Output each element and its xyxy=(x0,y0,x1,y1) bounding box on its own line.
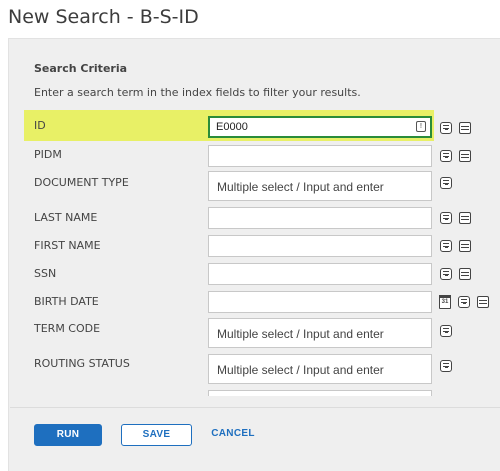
options-icon[interactable] xyxy=(440,212,452,224)
field-label-ssn: SSN xyxy=(34,267,57,280)
options-icon[interactable] xyxy=(458,296,470,308)
field-label-last-name: LAST NAME xyxy=(34,211,98,224)
id-input[interactable]: E0000 xyxy=(208,116,432,138)
field-label-routing-status: ROUTING STATUS xyxy=(34,357,130,370)
list-icon[interactable] xyxy=(459,150,471,162)
options-icon[interactable] xyxy=(440,177,452,189)
field-label-document-type: DOCUMENT TYPE xyxy=(34,176,129,189)
first-name-input[interactable] xyxy=(208,235,432,257)
criteria-description: Enter a search term in the index fields … xyxy=(34,86,361,99)
criteria-title: Search Criteria xyxy=(34,62,128,75)
pidm-input[interactable] xyxy=(208,145,432,167)
list-icon[interactable] xyxy=(459,212,471,224)
last-name-input[interactable] xyxy=(208,207,432,229)
options-icon[interactable] xyxy=(440,325,452,337)
list-icon[interactable] xyxy=(477,296,489,308)
page-title: New Search - B-S-ID xyxy=(8,6,199,28)
field-label-birth-date: BIRTH DATE xyxy=(34,295,99,308)
calendar-icon[interactable]: 31 xyxy=(439,295,451,309)
run-button[interactable]: RUN xyxy=(34,424,102,446)
footer-divider xyxy=(10,407,500,408)
options-icon[interactable] xyxy=(440,268,452,280)
options-icon[interactable] xyxy=(440,122,452,134)
list-icon[interactable] xyxy=(459,122,471,134)
options-icon[interactable] xyxy=(440,360,452,372)
next-field-input-partial[interactable] xyxy=(208,390,432,396)
cancel-button[interactable]: CANCEL xyxy=(208,424,258,446)
list-icon[interactable] xyxy=(459,268,471,280)
term-code-input[interactable]: Multiple select / Input and enter xyxy=(208,318,432,348)
field-label-pidm: PIDM xyxy=(34,148,62,161)
field-label-id: ID xyxy=(34,119,46,132)
routing-status-input[interactable]: Multiple select / Input and enter xyxy=(208,354,432,384)
list-icon[interactable] xyxy=(459,240,471,252)
field-label-first-name: FIRST NAME xyxy=(34,239,101,252)
info-icon[interactable]: ! xyxy=(416,121,426,132)
field-label-term-code: TERM CODE xyxy=(34,322,101,335)
ssn-input[interactable] xyxy=(208,263,432,285)
options-icon[interactable] xyxy=(440,150,452,162)
options-icon[interactable] xyxy=(440,240,452,252)
birth-date-input[interactable] xyxy=(208,291,432,313)
save-button[interactable]: SAVE xyxy=(121,424,192,446)
document-type-input[interactable]: Multiple select / Input and enter xyxy=(208,171,432,201)
